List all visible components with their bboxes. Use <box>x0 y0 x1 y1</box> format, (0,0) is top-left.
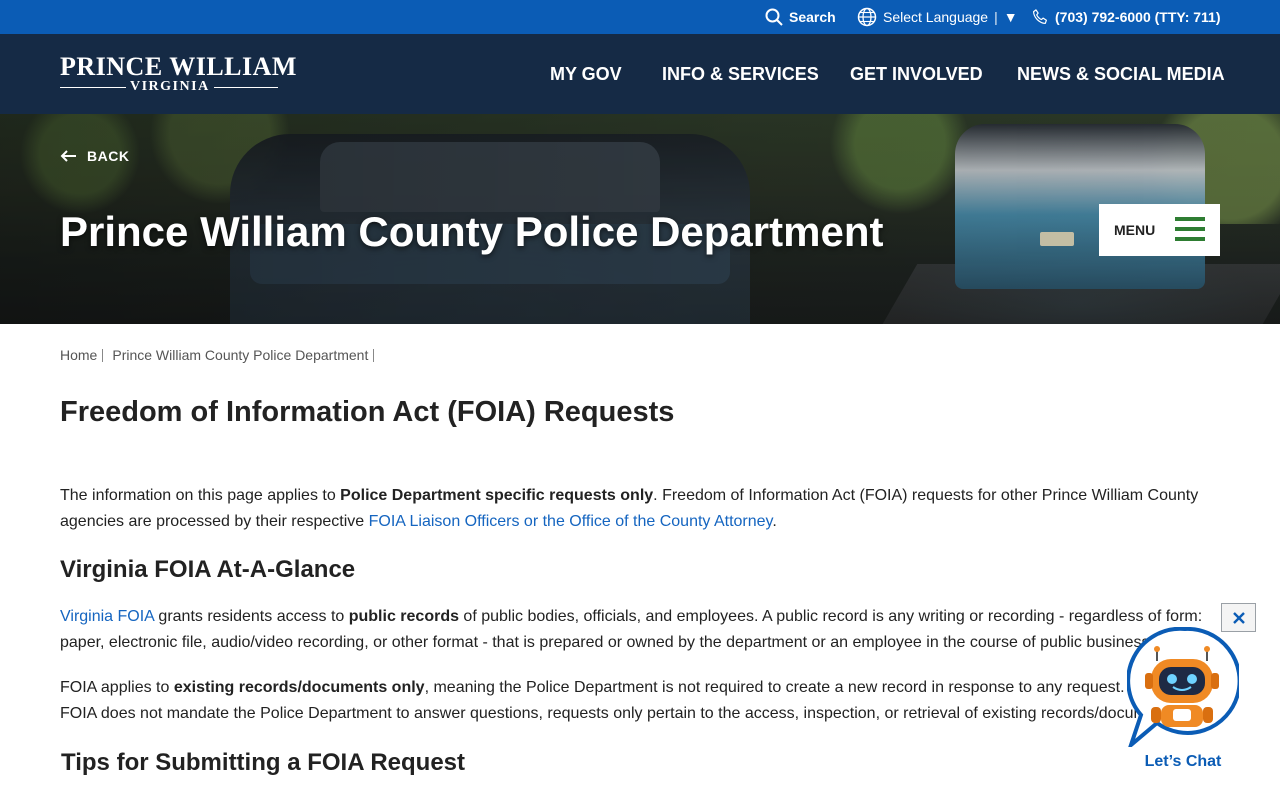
breadcrumb-police-department[interactable]: Prince William County Police Department <box>112 347 368 363</box>
chatbot-robot-icon <box>1126 626 1242 752</box>
language-selector[interactable]: Select Language | ▼ <box>857 0 1018 34</box>
breadcrumb-home[interactable]: Home <box>60 347 97 363</box>
page-title: Freedom of Information Act (FOIA) Reques… <box>60 396 675 428</box>
search-link[interactable]: Search <box>765 0 836 34</box>
chatbot-launcher[interactable] <box>1126 626 1242 752</box>
virginia-foia-link[interactable]: Virginia FOIA <box>60 608 154 625</box>
nav-news-social-media[interactable]: NEWS & SOCIAL MEDIA <box>1017 34 1225 114</box>
hero-title: Prince William County Police Department <box>60 208 884 255</box>
close-icon <box>1232 611 1245 624</box>
section-heading-at-a-glance: Virginia FOIA At-A-Glance <box>60 556 356 583</box>
menu-label: MENU <box>1114 222 1156 238</box>
phone-icon <box>1032 9 1047 25</box>
breadcrumb: Home Prince William County Police Depart… <box>60 347 383 363</box>
para3-bold: existing records/documents only <box>173 679 425 696</box>
logo-title: PRINCE WILLIAM <box>60 52 297 81</box>
globe-icon <box>857 7 877 27</box>
phone-link[interactable]: (703) 792-6000 (TTY: 711) <box>1031 0 1221 34</box>
foia-liaison-link[interactable]: FOIA Liaison Officers or the Office of t… <box>369 513 773 530</box>
nav-get-involved[interactable]: GET INVOLVED <box>850 34 983 114</box>
search-icon <box>765 8 783 26</box>
county-logo[interactable]: PRINCE WILLIAM VIRGINIA <box>60 52 297 95</box>
virginia-foia-paragraph: Virginia FOIA grants residents access to… <box>60 604 1220 656</box>
intro-bold: Police Department specific requests only <box>340 487 654 504</box>
chat-label[interactable]: Let’s Chat <box>1127 749 1239 775</box>
hero-banner: BACK Prince William County Police Depart… <box>0 114 1280 324</box>
arrow-left-icon <box>60 150 76 162</box>
utility-bar: Search Select Language | ▼ (703) 792-600… <box>0 0 1280 34</box>
intro-paragraph: The information on this page applies to … <box>60 483 1220 535</box>
phone-label: (703) 792-6000 (TTY: 711) <box>1055 9 1221 25</box>
existing-records-paragraph: FOIA applies to existing records/documen… <box>60 675 1220 727</box>
nav-info-services[interactable]: INFO & SERVICES <box>662 34 819 114</box>
language-divider: | <box>994 9 998 25</box>
site-header: PRINCE WILLIAM VIRGINIA MY GOV INFO & SE… <box>0 34 1280 114</box>
menu-button[interactable]: MENU <box>1099 204 1220 256</box>
back-label: BACK <box>87 148 130 164</box>
chevron-down-icon: ▼ <box>1003 9 1018 25</box>
search-label: Search <box>789 9 836 25</box>
back-link[interactable]: BACK <box>60 148 129 164</box>
section-heading-tips: Tips for Submitting a FOIA Request <box>61 749 466 776</box>
logo-subtitle: VIRGINIA <box>126 79 214 95</box>
language-label: Select Language <box>883 9 989 25</box>
para3-text-1: FOIA applies to <box>60 679 174 696</box>
intro-text-3: . <box>772 513 777 530</box>
breadcrumb-separator <box>373 348 375 362</box>
para2-text-1: grants residents access to <box>153 608 349 625</box>
intro-text-1: The information on this page applies to <box>60 487 341 504</box>
breadcrumb-separator <box>102 348 104 362</box>
nav-my-gov[interactable]: MY GOV <box>550 34 622 114</box>
hamburger-icon <box>1175 217 1205 241</box>
para2-bold: public records <box>348 608 459 625</box>
